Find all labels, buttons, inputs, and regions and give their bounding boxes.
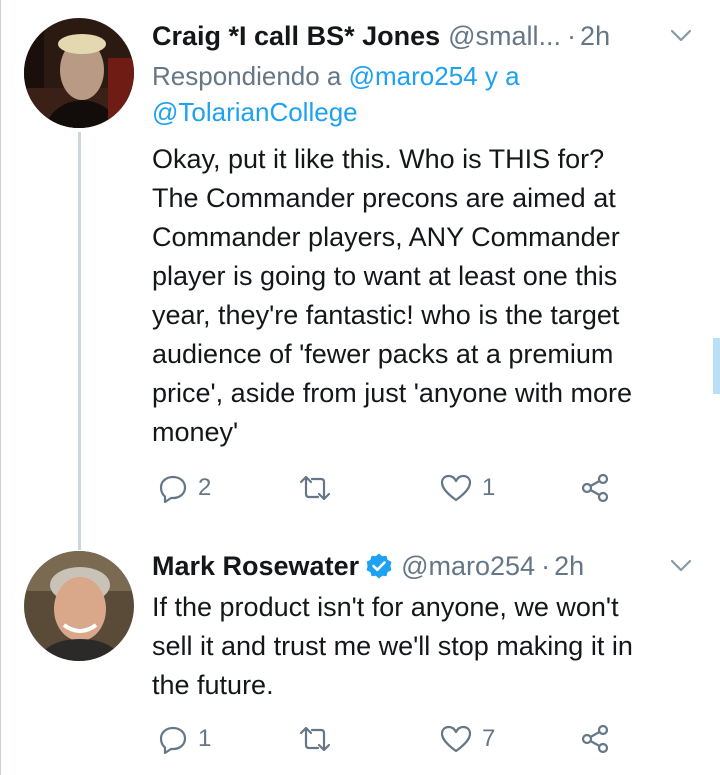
share-icon bbox=[581, 724, 609, 754]
left-border bbox=[0, 0, 1, 775]
tweet-text-line: price', aside from just 'anyone with mor… bbox=[152, 378, 633, 408]
replying-to-label: Respondiendo a bbox=[152, 61, 342, 91]
reply-count: 1 bbox=[198, 725, 212, 752]
retweet-button[interactable] bbox=[298, 468, 342, 508]
tweet-text-line: Commander players, ANY Commander bbox=[152, 222, 620, 252]
retweet-button[interactable] bbox=[298, 719, 342, 759]
tweet-text: Okay, put it like this. Who is THIS for?… bbox=[152, 140, 706, 452]
share-button[interactable] bbox=[580, 468, 610, 508]
tweet-text-line: audience of 'fewer packs at a premium bbox=[152, 339, 614, 369]
like-count: 7 bbox=[482, 725, 496, 752]
verified-badge-icon bbox=[365, 552, 393, 580]
reply-button[interactable]: 1 bbox=[158, 719, 211, 759]
replying-to-joiner: y a bbox=[484, 61, 520, 91]
heart-icon bbox=[440, 725, 472, 753]
reply-icon bbox=[159, 475, 187, 503]
scrollbar-thumb[interactable] bbox=[713, 338, 720, 394]
separator-dot: · bbox=[541, 550, 551, 581]
tweet-text-line: year, they're fantastic! who is the targ… bbox=[152, 300, 620, 330]
timestamp[interactable]: 2h bbox=[554, 551, 584, 582]
tweet-text-line: sell it and trust me we'll stop making i… bbox=[152, 631, 633, 661]
mention-link[interactable]: @maro254 bbox=[349, 61, 478, 91]
tweet-header: Mark Rosewater @maro254 · 2h bbox=[152, 548, 706, 584]
chevron-down-icon[interactable] bbox=[670, 559, 692, 573]
tweet-text-line: the future. bbox=[152, 670, 274, 700]
tweet-header: Craig *I call BS* Jones @small... · 2h bbox=[152, 18, 706, 54]
timestamp[interactable]: 2h bbox=[580, 21, 610, 52]
tweet-text: If the product isn't for anyone, we won'… bbox=[152, 588, 706, 705]
display-name[interactable]: Craig *I call BS* Jones bbox=[152, 21, 440, 52]
avatar[interactable] bbox=[24, 551, 134, 661]
user-handle[interactable]: @maro254 bbox=[401, 551, 535, 582]
tweet-text-line: money' bbox=[152, 417, 239, 447]
tweet-text-line: If the product isn't for anyone, we won'… bbox=[152, 592, 619, 622]
like-button[interactable]: 7 bbox=[440, 719, 495, 759]
reply-count: 2 bbox=[198, 474, 212, 501]
replying-to: Respondiendo a @maro254 y a @TolarianCol… bbox=[152, 58, 706, 130]
heart-icon bbox=[440, 474, 472, 502]
user-handle[interactable]: @small... bbox=[448, 21, 561, 52]
display-name[interactable]: Mark Rosewater bbox=[152, 551, 359, 582]
tweet-text-line: Okay, put it like this. Who is THIS for? bbox=[152, 144, 605, 174]
separator-dot: · bbox=[567, 20, 577, 51]
reply-icon bbox=[159, 726, 187, 754]
avatar[interactable] bbox=[24, 18, 134, 128]
thread-connector-line bbox=[78, 132, 81, 550]
reply-button[interactable]: 2 bbox=[158, 468, 211, 508]
tweet-text-line: player is going to want at least one thi… bbox=[152, 261, 618, 291]
share-icon bbox=[581, 473, 609, 503]
like-count: 1 bbox=[482, 474, 496, 501]
retweet-icon bbox=[299, 475, 331, 501]
tweet-text-line: The Commander precons are aimed at bbox=[152, 183, 616, 213]
mention-link[interactable]: @TolarianCollege bbox=[152, 97, 358, 127]
share-button[interactable] bbox=[580, 719, 610, 759]
retweet-icon bbox=[299, 726, 331, 752]
like-button[interactable]: 1 bbox=[440, 468, 495, 508]
chevron-down-icon[interactable] bbox=[670, 29, 692, 43]
